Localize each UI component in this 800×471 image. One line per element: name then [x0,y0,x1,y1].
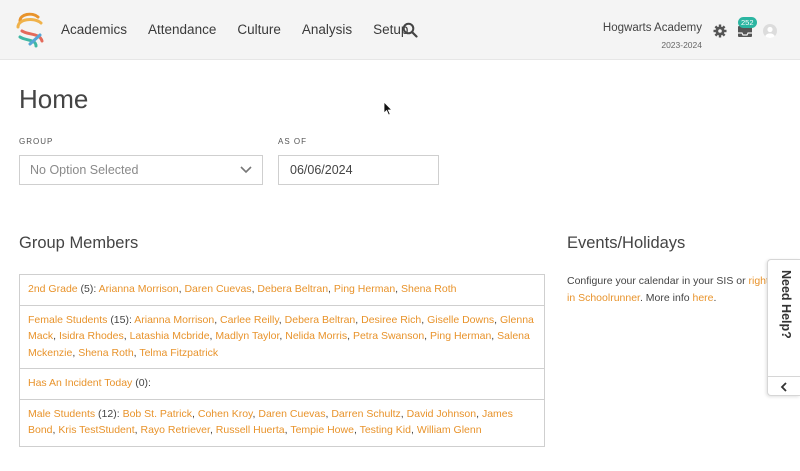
as-of-label: AS OF [278,137,308,146]
student-link[interactable]: Daren Cuevas [258,408,325,420]
student-link[interactable]: David Johnson [407,408,476,420]
student-link[interactable]: Ping Herman [430,330,491,342]
group-select[interactable]: No Option Selected [19,155,263,185]
student-link[interactable]: Latashia Mcbride [130,330,210,342]
inbox-count-badge: 252 [738,17,757,28]
events-link-schoolrunner[interactable]: in Schoolrunner [567,292,640,304]
group-row: Female Students (15): Arianna Morrison, … [20,306,544,369]
nav-culture[interactable]: Culture [237,22,281,37]
student-link[interactable]: Shena Roth [401,283,456,295]
group-members-title: Group Members [19,234,139,252]
student-link[interactable]: Debera Beltran [285,314,356,326]
events-text-3: . [713,291,717,304]
student-link[interactable]: Petra Swanson [353,330,424,342]
group-count: (12): [98,407,120,420]
page-title: Home [19,84,89,114]
group-count: (15): [110,313,132,326]
group-count: (0): [135,377,151,389]
events-link-right[interactable]: right [749,275,769,287]
student-link[interactable]: Bob St. Patrick [123,408,192,420]
student-link[interactable]: Russell Huerta [216,424,285,436]
student-link[interactable]: Ping Herman [334,283,395,295]
student-link[interactable]: Tempie Howe [290,424,354,436]
group-name-link[interactable]: Female Students [28,314,107,326]
student-link[interactable]: Arianna Morrison [134,314,214,326]
school-year: 2023-2024 [661,40,702,50]
student-link[interactable]: Debera Beltran [257,283,328,295]
group-name-link[interactable]: Has An Incident Today [28,377,132,389]
chevron-left-icon[interactable] [780,382,788,392]
help-divider [768,376,800,377]
need-help-label: Need Help? [779,270,793,339]
group-row: Has An Incident Today (0): [20,369,544,400]
student-link[interactable]: Carlee Reilly [220,314,279,326]
student-link[interactable]: Isidra Rhodes [59,330,124,342]
school-name[interactable]: Hogwarts Academy [603,22,702,34]
events-title: Events/Holidays [567,234,686,252]
avatar[interactable] [763,24,777,38]
student-link[interactable]: Darren Schultz [331,408,400,420]
group-row: Male Students (12): Bob St. Patrick, Coh… [28,407,513,437]
student-link[interactable]: Cohen Kroy [198,408,253,420]
top-bar: Academics Attendance Culture Analysis Setup … [0,0,800,60]
group-name-link[interactable]: Male Students [28,408,95,420]
chevron-down-icon [240,166,252,174]
student-link[interactable]: Nelida Morris [285,330,347,342]
events-text-1: Configure your calendar in your SIS or [567,275,749,287]
nav-academics[interactable]: Academics [61,22,127,37]
student-link[interactable]: Telma Fitzpatrick [139,347,218,359]
student-link[interactable]: Giselle Downs [427,314,494,326]
group-row: 2nd Grade (5): Arianna Morrison, Daren C… [20,275,544,306]
search-icon[interactable] [402,22,418,38]
student-link[interactable]: Daren Cuevas [184,283,251,295]
events-link-here[interactable]: here [693,292,714,304]
student-link[interactable]: Shena Roth [78,347,133,359]
group-select-value: No Option Selected [30,163,139,177]
need-help-tab[interactable]: Need Help? [767,259,800,396]
group-members-table: 2nd Grade (5): Arianna Morrison, Daren C… [19,274,545,447]
as-of-date-input[interactable] [278,155,439,185]
main-nav: Academics Attendance Culture Analysis Setup [61,0,429,58]
student-link[interactable]: William Glenn [417,424,482,436]
mouse-cursor-icon [383,101,393,116]
logo-icon[interactable] [14,11,48,49]
student-link[interactable]: Madlyn Taylor [215,330,279,342]
avatar-icon [765,26,775,38]
group-label: GROUP [19,137,54,146]
student-link[interactable]: Testing Kid [360,424,411,436]
gear-icon[interactable] [713,24,727,38]
student-link[interactable]: Arianna Morrison [99,283,179,295]
group-name-link[interactable]: 2nd Grade [28,283,78,295]
student-link[interactable]: Rayo Retriever [140,424,209,436]
student-link[interactable]: Kris TestStudent [58,424,134,436]
student-link[interactable]: Desiree Rich [361,314,421,326]
nav-attendance[interactable]: Attendance [148,22,216,37]
events-text-2: . More info [639,291,693,304]
events-message: Configure your calendar in your SIS or r… [567,273,782,306]
nav-analysis[interactable]: Analysis [302,22,352,37]
group-count: (5): [80,283,97,295]
